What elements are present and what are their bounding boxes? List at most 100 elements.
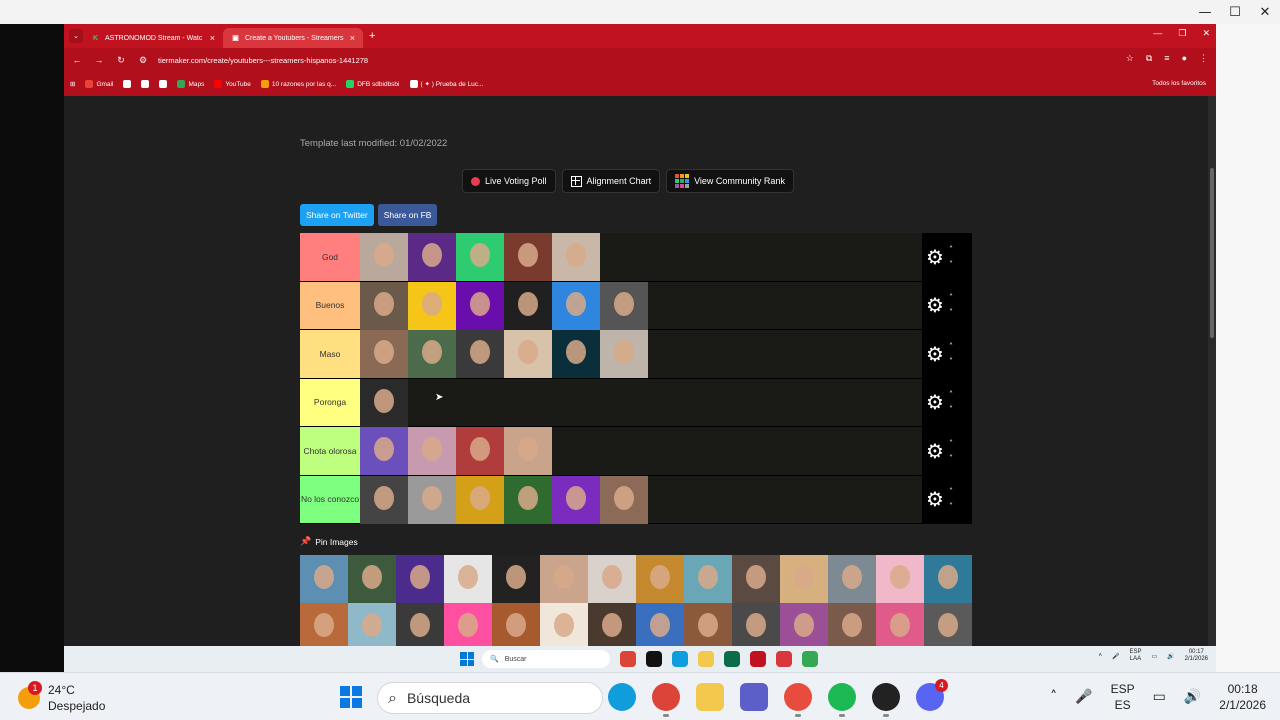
chevron-down-icon[interactable]: ˅ — [949, 357, 953, 366]
media-icon[interactable]: ≡ — [1164, 53, 1169, 64]
gear-icon[interactable]: ⚙ — [926, 344, 944, 364]
chevron-down-icon[interactable]: ˅ — [949, 308, 953, 317]
chrome-profile-icon[interactable] — [776, 651, 792, 667]
pool-image[interactable] — [348, 603, 396, 651]
tier-image[interactable] — [504, 233, 552, 281]
folder-icon[interactable] — [696, 683, 724, 711]
gear-icon[interactable]: ⚙ — [926, 489, 944, 509]
bookmark-youtube[interactable]: YouTube — [214, 80, 251, 88]
mic-icon[interactable]: 🎤 — [1112, 653, 1119, 660]
community-rank-button[interactable]: View Community Rank — [666, 169, 794, 193]
tier-image[interactable] — [360, 330, 408, 378]
tier-image[interactable] — [552, 330, 600, 378]
all-bookmarks[interactable]: Todos los favoritos — [1152, 80, 1206, 87]
tab-astronomod[interactable]: K ASTRONOMOD Stream - Watc × — [83, 28, 223, 48]
chrome-icon[interactable] — [620, 651, 636, 667]
chevron-down-icon[interactable]: ˅ — [949, 260, 953, 269]
tier-image[interactable] — [408, 233, 456, 281]
tier-image[interactable] — [360, 281, 408, 330]
pool-image[interactable] — [444, 555, 492, 603]
tier-image[interactable] — [360, 427, 408, 475]
tier-label[interactable]: Poronga — [300, 378, 360, 426]
chevron-up-icon[interactable]: ˄ — [949, 245, 953, 254]
pool-image[interactable] — [396, 603, 444, 651]
tier-items[interactable] — [360, 281, 922, 330]
teams-icon[interactable] — [740, 683, 768, 711]
pool-image[interactable] — [444, 603, 492, 651]
chevron-up-icon[interactable]: ˄ — [1098, 653, 1102, 659]
pool-image[interactable] — [924, 555, 972, 603]
pool-image[interactable] — [732, 555, 780, 603]
site-info-icon[interactable]: ⚙ — [132, 55, 154, 66]
tier-image[interactable] — [360, 233, 408, 281]
bookmark-roblox[interactable] — [159, 80, 168, 88]
tab-tiermaker[interactable]: ▣ Create a Youtubers - Streamers × — [223, 28, 363, 48]
back-icon[interactable]: ← — [66, 55, 88, 65]
chevron-up-icon[interactable]: ˄ — [949, 487, 953, 496]
pool-image[interactable] — [492, 603, 540, 651]
pool-image[interactable] — [588, 555, 636, 603]
terminal-icon[interactable] — [724, 651, 740, 667]
remote-search-box[interactable]: 🔍 Buscar — [482, 650, 610, 668]
edge-icon[interactable] — [672, 651, 688, 667]
mic-icon[interactable]: 🎤 — [1075, 689, 1092, 705]
chevron-down-icon[interactable]: ˅ — [949, 405, 953, 414]
scrollbar-thumb[interactable] — [1210, 168, 1214, 338]
tier-items[interactable] — [360, 427, 922, 475]
profile-icon[interactable]: ● — [1182, 53, 1187, 64]
spotify-icon[interactable] — [828, 683, 856, 717]
live-voting-poll-button[interactable]: Live Voting Poll — [462, 169, 556, 193]
alignment-chart-button[interactable]: Alignment Chart — [561, 169, 661, 193]
weather-widget[interactable]: 1 24°C Despejado — [18, 681, 105, 714]
tier-image[interactable] — [456, 330, 504, 378]
tier-image[interactable] — [456, 427, 504, 475]
tier-label[interactable]: Chota olorosa — [300, 427, 360, 475]
host-clock[interactable]: 00:18 2/1/2026 — [1219, 681, 1266, 713]
restore-icon[interactable]: ❐ — [1178, 28, 1186, 39]
chrome-icon[interactable] — [652, 683, 680, 717]
tier-image[interactable] — [408, 330, 456, 378]
page-scrollbar[interactable] — [1208, 96, 1216, 672]
pool-image[interactable] — [492, 555, 540, 603]
chevron-down-icon[interactable]: ˅ — [949, 502, 953, 511]
network-icon[interactable]: ▭ — [1151, 653, 1157, 660]
bookmark-gmail[interactable]: Gmail — [85, 80, 113, 88]
pool-image[interactable] — [540, 555, 588, 603]
volume-icon[interactable]: 🔊 — [1167, 653, 1174, 660]
pool-image[interactable] — [876, 555, 924, 603]
bookmark-roblox[interactable] — [141, 80, 150, 88]
host-language[interactable]: ESP ES — [1111, 681, 1135, 713]
color-app-icon[interactable] — [784, 683, 812, 717]
share-twitter-button[interactable]: Share on Twitter — [300, 204, 374, 226]
bookmark-dfb[interactable]: DFB sdbidbsbi — [346, 80, 400, 88]
chrome-profile-icon[interactable] — [750, 651, 766, 667]
remote-language[interactable]: ESP LAA — [1129, 649, 1141, 663]
pool-image[interactable] — [300, 603, 348, 651]
host-search-box[interactable]: ⌕ Búsqueda — [377, 682, 603, 714]
network-icon[interactable]: ▭ — [1153, 689, 1166, 705]
chevron-up-icon[interactable]: ˄ — [949, 293, 953, 302]
volume-icon[interactable]: 🔊 — [1184, 689, 1201, 705]
tier-items[interactable] — [360, 233, 922, 281]
tier-image[interactable] — [600, 330, 648, 378]
gear-icon[interactable]: ⚙ — [926, 392, 944, 412]
pool-image[interactable] — [348, 555, 396, 603]
tier-image[interactable] — [552, 281, 600, 330]
pool-image[interactable] — [540, 603, 588, 651]
pool-image[interactable] — [636, 603, 684, 651]
discord-icon[interactable]: 4 — [916, 679, 948, 711]
close-tab-icon[interactable]: × — [350, 33, 355, 43]
menu-icon[interactable]: ⋮ — [1199, 53, 1208, 64]
tier-image[interactable] — [456, 475, 504, 524]
reload-icon[interactable]: ↻ — [110, 55, 132, 66]
chevron-up-icon[interactable]: ˄ — [949, 342, 953, 351]
chevron-down-icon[interactable]: ˅ — [949, 454, 953, 463]
gear-icon[interactable]: ⚙ — [926, 295, 944, 315]
tier-image[interactable] — [504, 427, 552, 475]
tier-image[interactable] — [360, 475, 408, 524]
store-icon[interactable] — [646, 651, 662, 667]
forward-icon[interactable]: → — [88, 55, 110, 65]
tab-search-icon[interactable]: ⌄ — [69, 29, 83, 43]
new-tab-icon[interactable]: + — [369, 30, 375, 42]
minimize-icon[interactable]: — — [1190, 0, 1220, 24]
